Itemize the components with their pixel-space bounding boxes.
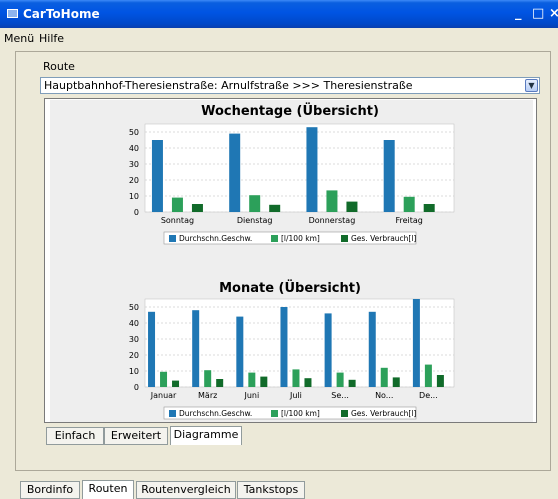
bar <box>192 310 200 387</box>
bar <box>304 378 312 387</box>
charts-svg: Wochentage (Übersicht) 0 10 20 30 40 50 Sonntag… <box>129 103 455 420</box>
legend-label: [l/100 km] <box>281 234 320 243</box>
y-tick-label: 40 <box>129 319 139 328</box>
y-tick-label: 50 <box>129 303 139 312</box>
bar <box>368 311 376 387</box>
bar <box>260 376 268 387</box>
chart-title: Monate (Übersicht) <box>219 280 361 296</box>
x-tick-label: März <box>198 391 217 400</box>
chart-title: Wochentage (Übersicht) <box>201 103 379 119</box>
y-tick-label: 30 <box>129 160 139 169</box>
bar <box>336 372 344 387</box>
x-tick-label: Se... <box>331 391 349 400</box>
bar <box>249 195 261 212</box>
y-tick-label: 0 <box>134 383 139 392</box>
legend-swatch <box>341 410 348 417</box>
bar <box>248 372 256 387</box>
x-tick-label: Juli <box>289 391 302 400</box>
bar <box>346 201 358 212</box>
bar <box>348 379 356 387</box>
bar <box>171 197 183 212</box>
tab-bordinfo-label: Bordinfo <box>26 483 74 496</box>
subtab-erweitert[interactable]: Erweitert <box>104 427 168 445</box>
legend-swatch <box>341 235 348 242</box>
y-tick-label: 30 <box>129 335 139 344</box>
chart-0: Wochentage (Übersicht) 0 10 20 30 40 50 Sonntag… <box>129 103 455 245</box>
tab-routenvergleich[interactable]: Routenvergleich <box>136 481 236 499</box>
bar <box>306 127 318 212</box>
tab-bordinfo[interactable]: Bordinfo <box>20 481 80 499</box>
bar <box>216 379 224 387</box>
y-tick-label: 0 <box>134 208 139 217</box>
y-tick-label: 10 <box>129 367 139 376</box>
bar <box>151 140 163 212</box>
bar <box>191 204 203 212</box>
bar <box>292 369 300 387</box>
bar <box>403 196 415 212</box>
x-tick-label: Dienstag <box>237 216 273 225</box>
legend-label: [l/100 km] <box>281 409 320 418</box>
subtab-einfach[interactable]: Einfach <box>46 427 104 445</box>
legend-label: Ges. Verbrauch[l] <box>351 234 416 243</box>
legend-label: Durchschn.Geschw. <box>179 234 252 243</box>
legend-label: Durchschn.Geschw. <box>179 409 252 418</box>
subtab-diagramme-label: Diagramme <box>173 428 239 441</box>
x-tick-label: Sonntag <box>161 216 194 225</box>
plot-area <box>144 298 455 388</box>
bar <box>160 371 168 387</box>
bar <box>326 190 338 212</box>
bar <box>412 299 420 387</box>
bar <box>280 307 288 387</box>
bar <box>436 375 444 387</box>
tab-routenvergleich-label: Routenvergleich <box>141 483 231 496</box>
y-tick-label: 20 <box>129 351 139 360</box>
legend-swatch <box>169 410 176 417</box>
x-tick-label: Freitag <box>395 216 422 225</box>
bar <box>236 316 244 387</box>
bar <box>269 204 281 212</box>
bar <box>324 313 332 387</box>
x-tick-label: De... <box>419 391 438 400</box>
bar <box>424 364 432 387</box>
bar <box>148 311 156 387</box>
legend-swatch <box>271 410 278 417</box>
bar <box>229 133 241 212</box>
chart-1: Monate (Übersicht) 0 10 20 30 40 50 Januar März J… <box>129 280 455 420</box>
bar <box>383 140 395 212</box>
legend-swatch <box>271 235 278 242</box>
bar <box>204 370 212 387</box>
legend-swatch <box>169 235 176 242</box>
bar <box>423 204 435 212</box>
y-tick-label: 20 <box>129 176 139 185</box>
bar <box>392 377 400 387</box>
tab-routen-label: Routen <box>88 482 128 495</box>
x-tick-label: No... <box>375 391 393 400</box>
subtab-einfach-label: Einfach <box>54 429 96 442</box>
bar <box>172 380 180 387</box>
y-tick-label: 40 <box>129 144 139 153</box>
x-tick-label: Juni <box>243 391 259 400</box>
bar <box>380 367 388 387</box>
subtab-erweitert-label: Erweitert <box>110 429 162 442</box>
legend-label: Ges. Verbrauch[l] <box>351 409 416 418</box>
x-tick-label: Donnerstag <box>309 216 356 225</box>
y-tick-label: 10 <box>129 192 139 201</box>
tab-tankstops[interactable]: Tankstops <box>237 481 305 499</box>
subtab-diagramme[interactable]: Diagramme <box>170 426 242 445</box>
y-tick-label: 50 <box>129 128 139 137</box>
tab-tankstops-label: Tankstops <box>243 483 299 496</box>
tab-routen[interactable]: Routen <box>82 480 134 499</box>
x-tick-label: Januar <box>150 391 177 400</box>
